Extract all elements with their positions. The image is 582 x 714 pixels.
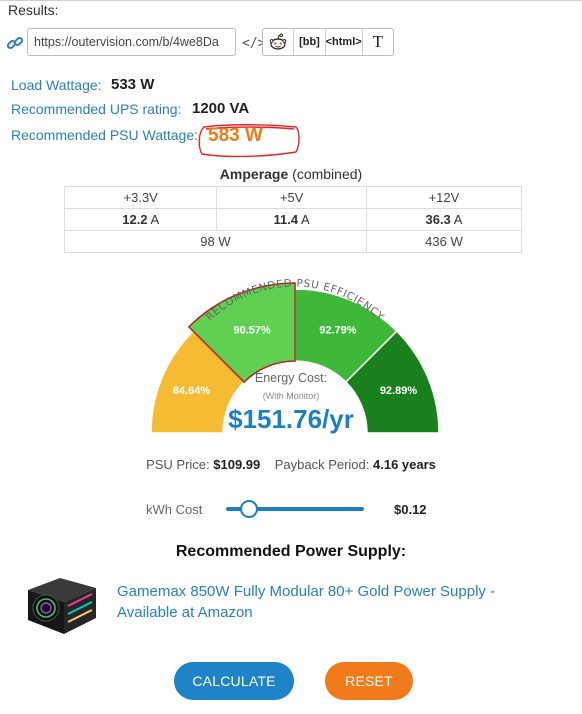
amperage-title: Amperage (combined) <box>0 166 582 182</box>
amps-3v3: 12.2 A <box>63 208 218 231</box>
reddit-icon <box>269 33 287 50</box>
load-wattage-label: Load Wattage: <box>11 77 102 93</box>
rail-header-3v3: +3.3V <box>63 186 218 209</box>
share-url-input[interactable] <box>27 28 236 56</box>
amperage-title-text: Amperage <box>219 166 289 182</box>
price-row: PSU Price: $109.99 Payback Period: 4.16 … <box>0 457 582 472</box>
results-label: Results: <box>8 2 63 18</box>
energy-cost-sublabel: (With Monitor) <box>262 391 320 401</box>
kwh-cost-slider-handle[interactable] <box>240 500 258 518</box>
psu-price-value: $109.99 <box>213 457 261 472</box>
psu-wattage-label: Recommended PSU Wattage: <box>11 127 199 143</box>
rail-header-12v: +12V <box>365 186 523 209</box>
watts-low-rails: 98 W <box>64 230 367 253</box>
share-bbcode-button[interactable]: [bb] <box>294 29 326 55</box>
efficiency-label: 90.57% <box>233 325 271 337</box>
amperage-title-suffix: (combined) <box>292 166 363 182</box>
recommended-psu-title: Recommended Power Supply: <box>175 543 407 560</box>
watts-12v: 436 W <box>365 230 523 253</box>
energy-cost-label: Energy Cost: <box>254 371 328 385</box>
payback-period-label: Payback Period: <box>274 457 370 472</box>
watts-row: 98 W 436 W <box>64 230 523 253</box>
psu-wattage-value: 583 W <box>208 125 263 146</box>
ups-rating-label: Recommended UPS rating: <box>11 101 182 117</box>
rail-header-row: +3.3V +5V +12V <box>63 186 523 209</box>
power-supply-product-image[interactable] <box>20 572 102 638</box>
amperage-table: +3.3V +5V +12V 12.2 A 11.4 A 36.3 A 98 W… <box>63 186 523 253</box>
share-text-button[interactable]: T <box>363 29 393 55</box>
ups-rating-value: 1200 VA <box>192 100 250 117</box>
psu-price-label: PSU Price: <box>146 457 210 472</box>
kwh-cost-value: $0.12 <box>394 502 427 517</box>
share-html-button[interactable]: <html> <box>326 29 363 55</box>
load-wattage-value: 533 W <box>111 76 155 93</box>
amps-row: 12.2 A 11.4 A 36.3 A <box>63 208 523 231</box>
calculate-button[interactable]: CALCULATE <box>174 662 294 700</box>
link-icon[interactable] <box>6 34 24 52</box>
share-reddit-button[interactable] <box>263 29 295 55</box>
payback-period-value: 4.16 years <box>373 457 436 472</box>
amps-12v: 36.3 A <box>365 208 523 231</box>
recommended-psu-link[interactable]: Gamemax 850W Fully Modular 80+ Gold Powe… <box>117 581 537 623</box>
share-button-group: [bb] <html> T <box>262 28 394 56</box>
rail-header-5v: +5V <box>216 186 367 209</box>
energy-cost-value: $151.76/yr <box>228 404 354 434</box>
efficiency-label: 92.79% <box>319 325 357 337</box>
reset-button[interactable]: RESET <box>325 662 413 700</box>
kwh-cost-label: kWh Cost <box>146 502 203 517</box>
amps-5v: 11.4 A <box>216 208 367 231</box>
